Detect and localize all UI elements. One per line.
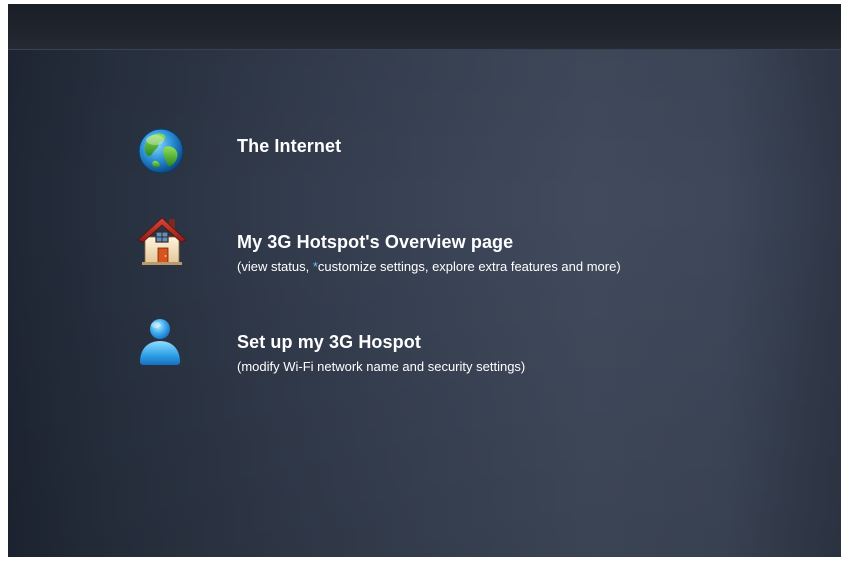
menu-item-overview-title[interactable]: My 3G Hotspot's Overview page [237, 232, 621, 253]
menu-item-setup-subtitle: (modify Wi-Fi network name and security … [237, 359, 526, 374]
globe-icon[interactable] [134, 123, 190, 179]
menu-item-internet-text[interactable]: The Internet [237, 136, 341, 157]
user-icon[interactable] [134, 315, 190, 371]
menu-item-overview-text[interactable]: My 3G Hotspot's Overview page (view stat… [237, 232, 621, 274]
subtitle-prefix: (view status, [237, 259, 313, 274]
menu-item-setup-text[interactable]: Set up my 3G Hospot (modify Wi-Fi networ… [237, 332, 525, 374]
subtitle-suffix: customize settings, explore extra featur… [317, 259, 621, 274]
menu-item-setup-title[interactable]: Set up my 3G Hospot [237, 332, 525, 353]
background-shade [8, 50, 841, 557]
top-bar [8, 4, 841, 50]
menu-item-overview-subtitle: (view status, *customize settings, explo… [237, 259, 621, 274]
menu-item-internet-title[interactable]: The Internet [237, 136, 341, 157]
app-window: The Internet My 3G Hotspot's Overview pa… [8, 4, 841, 557]
house-icon[interactable] [134, 212, 190, 268]
